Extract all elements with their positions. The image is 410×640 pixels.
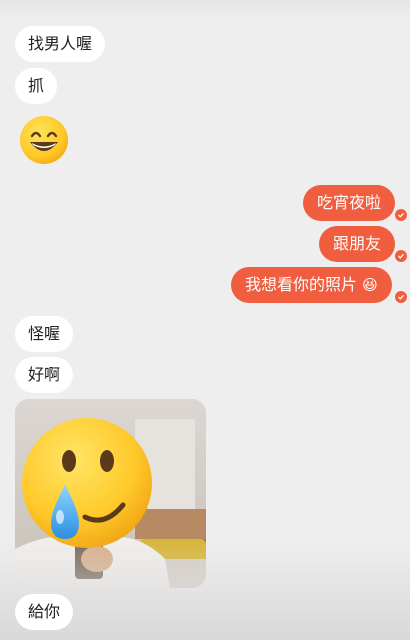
incoming-message[interactable]: 給你	[15, 594, 74, 630]
message-text: 給你	[28, 602, 61, 621]
outgoing-message[interactable]: 跟朋友	[319, 226, 396, 262]
incoming-message[interactable]: 抓	[15, 68, 58, 104]
message-text: 跟朋友	[333, 234, 382, 253]
grinning-face-emoji[interactable]	[18, 114, 70, 166]
message-text: 抓	[28, 76, 45, 95]
read-check-icon	[395, 250, 407, 262]
message-text: 吃宵夜啦	[317, 193, 382, 212]
top-fade	[0, 0, 410, 18]
incoming-message[interactable]: 怪喔	[15, 316, 74, 352]
incoming-message[interactable]: 好啊	[15, 357, 74, 393]
outgoing-message[interactable]: 吃宵夜啦	[303, 185, 396, 221]
incoming-message[interactable]: 找男人喔	[15, 26, 106, 62]
message-text: 我想看你的照片	[245, 275, 358, 294]
laughing-face-emoji: 😆	[362, 276, 378, 294]
outgoing-message[interactable]: 我想看你的照片 😆	[231, 267, 392, 303]
message-text: 找男人喔	[28, 34, 93, 53]
read-check-icon	[395, 209, 407, 221]
read-check-icon	[395, 291, 407, 303]
message-text: 好啊	[28, 365, 61, 384]
message-text: 怪喔	[28, 324, 61, 343]
